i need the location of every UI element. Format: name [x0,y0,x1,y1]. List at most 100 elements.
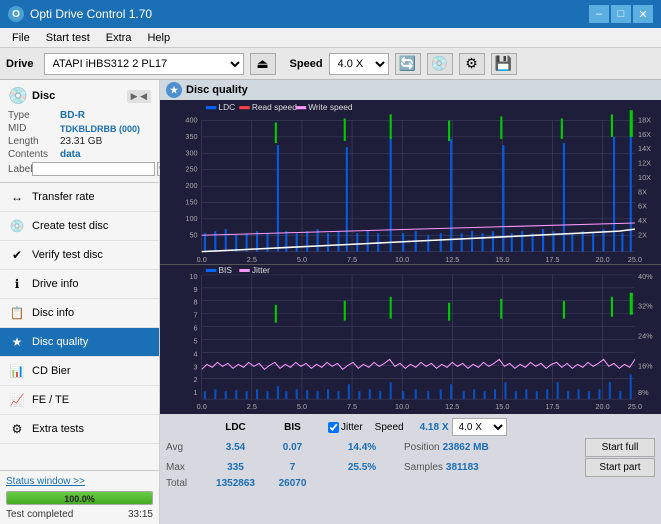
menu-file[interactable]: File [4,30,38,46]
chart-panel-title: Disc quality [186,84,248,96]
svg-text:Read speed: Read speed [252,103,297,112]
svg-text:200: 200 [185,181,197,190]
nav-verify-test-disc[interactable]: ✔ Verify test disc [0,241,159,270]
disc-type-label: Type [8,110,60,121]
svg-text:50: 50 [189,230,197,239]
svg-text:6X: 6X [638,202,647,211]
ldc-header: LDC [208,422,263,433]
svg-text:16X: 16X [638,130,651,139]
speed-select[interactable]: 4.0 X 8.0 X 16.0 X [329,53,389,75]
sidebar-bottom: Status window >> 100.0% Test completed 3… [0,470,159,524]
maximize-button[interactable]: □ [611,5,631,23]
menu-start-test[interactable]: Start test [38,30,98,46]
svg-text:20.0: 20.0 [595,403,609,411]
svg-text:8%: 8% [638,389,649,397]
svg-text:150: 150 [185,198,197,207]
title-bar: O Opti Drive Control 1.70 – □ ✕ [0,0,661,28]
app-icon: O [8,6,24,22]
nav-disc-quality[interactable]: ★ Disc quality [0,328,159,357]
drive-select[interactable]: ATAPI iHBS312 2 PL17 [44,53,244,75]
label-input[interactable] [32,162,155,176]
media-button[interactable]: 💿 [427,53,453,75]
position-val: 23862 MB [443,442,489,453]
svg-text:5.0: 5.0 [297,255,307,264]
nav-cd-bier[interactable]: 📊 CD Bier [0,357,159,386]
svg-text:25.0: 25.0 [628,255,642,264]
svg-text:Write speed: Write speed [308,103,353,112]
drive-info-icon: ℹ [8,275,26,293]
nav-create-test-disc[interactable]: 💿 Create test disc [0,212,159,241]
svg-text:100: 100 [185,214,197,223]
svg-text:400: 400 [185,116,197,125]
svg-text:7: 7 [194,312,198,320]
svg-text:17.5: 17.5 [545,403,559,411]
svg-text:15.0: 15.0 [495,403,509,411]
max-ldc: 335 [208,462,263,473]
chart2-container: 10 9 8 7 6 5 4 3 2 1 40% 32% 24% 16% 8% [160,265,661,414]
svg-text:15.0: 15.0 [495,255,509,264]
svg-text:18X: 18X [638,116,651,125]
nav-drive-info-label: Drive info [32,278,78,290]
nav-items: ↔ Transfer rate 💿 Create test disc ✔ Ver… [0,183,159,470]
disc-contents-value: data [60,149,81,160]
chart-header-icon: ★ [166,82,182,98]
menu-help[interactable]: Help [139,30,178,46]
start-part-button[interactable]: Start part [585,458,655,477]
svg-text:10: 10 [189,273,197,281]
menu-extra[interactable]: Extra [98,30,140,46]
svg-text:4X: 4X [638,216,647,225]
jitter-label: Jitter [341,422,363,433]
time-text: 33:15 [128,509,153,520]
start-full-button[interactable]: Start full [585,438,655,457]
nav-transfer-rate[interactable]: ↔ Transfer rate [0,183,159,212]
svg-text:10X: 10X [638,173,651,182]
svg-text:8X: 8X [638,187,647,196]
svg-text:17.5: 17.5 [545,255,559,264]
minimize-button[interactable]: – [589,5,609,23]
svg-text:12X: 12X [638,159,651,168]
nav-fe-te-label: FE / TE [32,394,69,406]
label-key: Label [8,164,32,175]
svg-text:3: 3 [194,363,198,371]
svg-text:2X: 2X [638,230,647,239]
disc-label-row: Label 🔍 [8,162,151,176]
nav-transfer-rate-label: Transfer rate [32,191,95,203]
nav-disc-info[interactable]: 📋 Disc info [0,299,159,328]
fe-te-icon: 📈 [8,391,26,409]
nav-fe-te[interactable]: 📈 FE / TE [0,386,159,415]
svg-text:20.0: 20.0 [595,255,609,264]
svg-text:350: 350 [185,132,197,141]
nav-drive-info[interactable]: ℹ Drive info [0,270,159,299]
drive-bar: Drive ATAPI iHBS312 2 PL17 ⏏ Speed 4.0 X… [0,48,661,80]
svg-text:7.5: 7.5 [347,403,357,411]
jitter-checkbox[interactable] [328,422,339,433]
speed-label: Speed [290,58,323,70]
progress-bar-container: 100.0% [6,491,153,505]
svg-text:32%: 32% [638,303,653,311]
nav-extra-tests-label: Extra tests [32,423,84,435]
eject-button[interactable]: ⏏ [250,53,276,75]
transfer-rate-icon: ↔ [8,188,26,206]
nav-extra-tests[interactable]: ⚙ Extra tests [0,415,159,444]
disc-mid-value: TDKBLDRBB (000) [60,124,140,134]
save-button[interactable]: 💾 [491,53,517,75]
settings-button[interactable]: ⚙ [459,53,485,75]
close-button[interactable]: ✕ [633,5,653,23]
max-bis: 7 [265,462,320,473]
refresh-button[interactable]: 🔄 [395,53,421,75]
svg-text:5: 5 [194,338,198,346]
svg-text:4: 4 [194,351,198,359]
create-test-disc-icon: 💿 [8,217,26,235]
disc-panel-header: 💿 Disc ▶ ◀ [8,86,151,106]
cd-bier-icon: 📊 [8,362,26,380]
disc-type-value: BD-R [60,110,85,121]
disc-panel: 💿 Disc ▶ ◀ Type BD-R MID TDKBLDRBB (000)… [0,80,159,183]
speed-select-stats[interactable]: 4.0 X 8.0 X [452,418,507,436]
menu-bar: File Start test Extra Help [0,28,661,48]
nav-disc-quality-label: Disc quality [32,336,88,348]
svg-text:12.5: 12.5 [445,255,459,264]
svg-text:9: 9 [194,286,198,294]
status-window-button[interactable]: Status window >> [6,476,85,487]
nav-verify-test-disc-label: Verify test disc [32,249,103,261]
disc-length-row: Length 23.31 GB [8,136,151,147]
